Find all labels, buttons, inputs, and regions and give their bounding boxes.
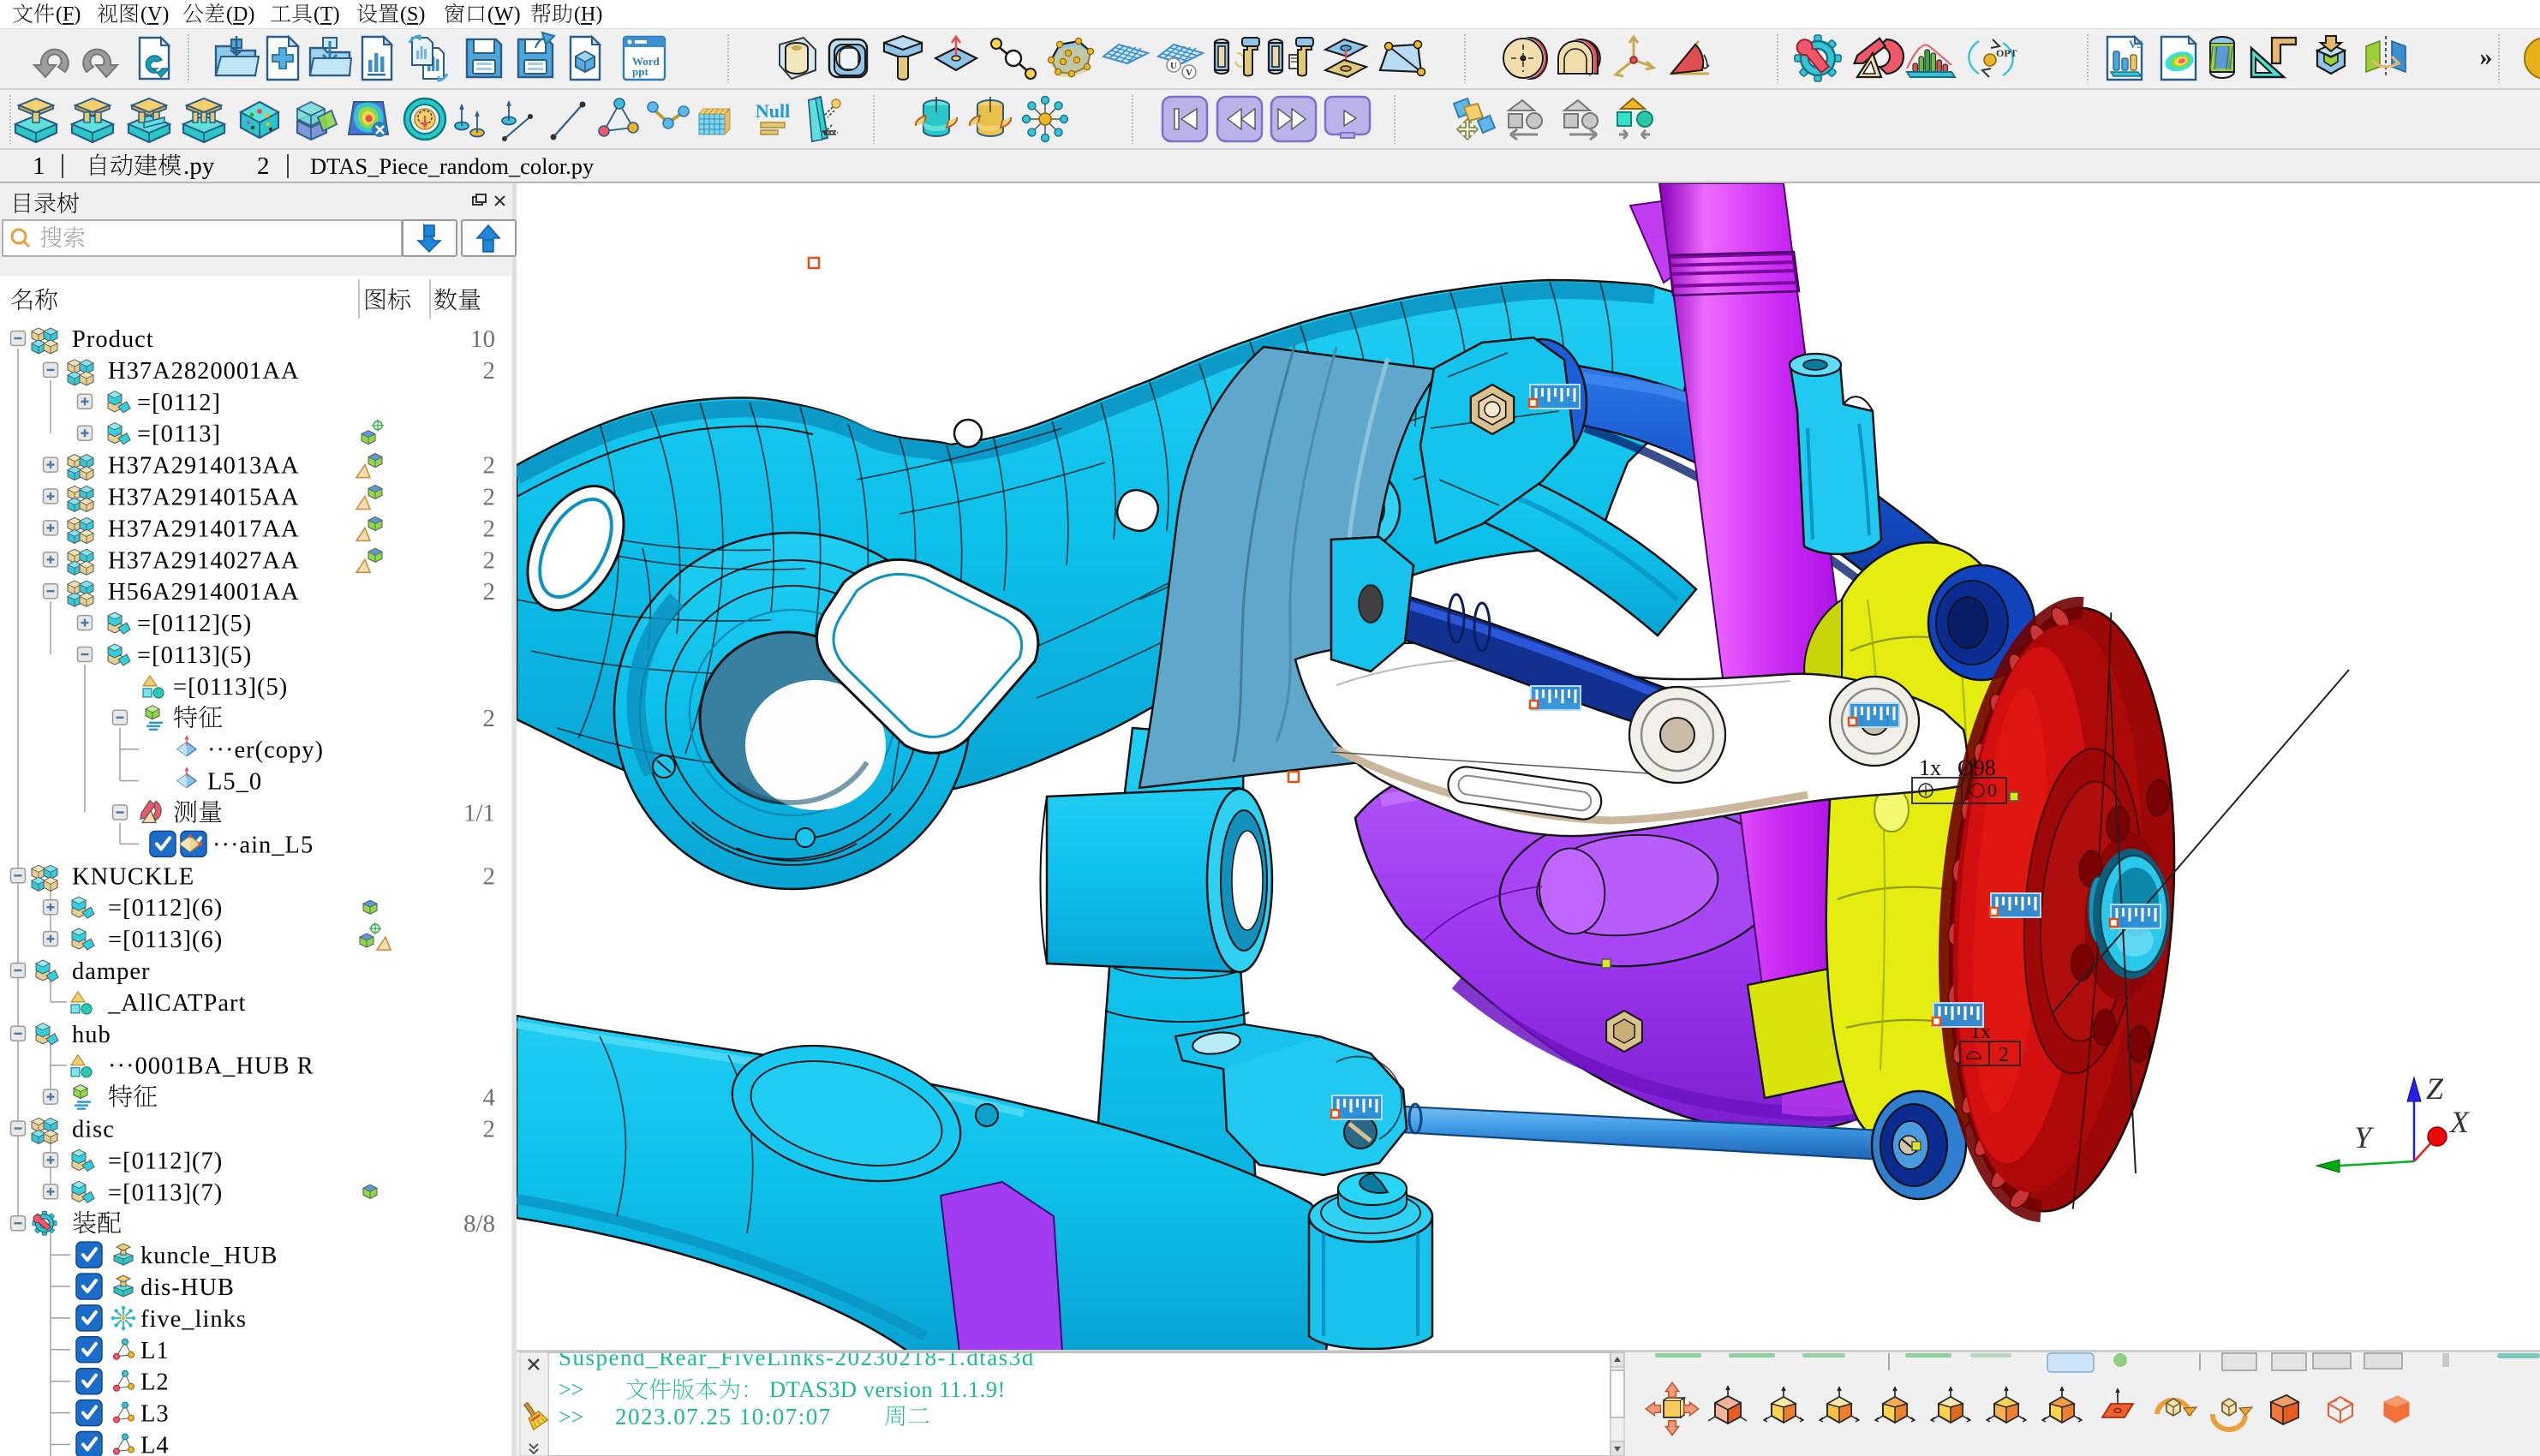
svg-text:=[0112]: =[0112]: [137, 390, 221, 416]
svg-text:»: »: [2480, 43, 2493, 71]
svg-text:ppt: ppt: [632, 65, 648, 78]
svg-text:(T): (T): [314, 3, 340, 26]
svg-text:=[0113](7): =[0113](7): [108, 1179, 223, 1206]
svg-text:H56A2914001AA: H56A2914001AA: [108, 579, 300, 606]
svg-text:2: 2: [257, 152, 270, 180]
svg-text:1x: 1x: [1919, 755, 1941, 780]
svg-text:=[0113](5): =[0113](5): [173, 674, 288, 701]
svg-text:U: U: [1170, 61, 1177, 71]
svg-text:=[0112](7): =[0112](7): [108, 1148, 223, 1174]
svg-text:=[0113]: =[0113]: [137, 421, 221, 448]
svg-text:disc: disc: [72, 1117, 115, 1143]
svg-text:=[0113](6): =[0113](6): [108, 927, 223, 953]
svg-text:L3: L3: [140, 1401, 170, 1428]
svg-text:L2: L2: [140, 1369, 170, 1396]
svg-text:dis-HUB: dis-HUB: [140, 1274, 235, 1301]
svg-text:1/1: 1/1: [463, 800, 495, 827]
svg-text:DTAS_Piece_random_color.py: DTAS_Piece_random_color.py: [310, 153, 595, 179]
svg-text:10: 10: [470, 325, 495, 353]
svg-text:hub: hub: [72, 1022, 111, 1048]
svg-text:VS: VS: [2129, 38, 2143, 51]
svg-text:.py: .py: [183, 152, 215, 180]
svg-text:five_links: five_links: [140, 1306, 247, 1333]
svg-text:···0001BA_HUB R: ···0001BA_HUB R: [108, 1053, 314, 1080]
svg-text:(S): (S): [400, 3, 425, 26]
svg-text:(H): (H): [574, 3, 602, 26]
svg-text:H37A2914017AA: H37A2914017AA: [108, 516, 300, 542]
svg-text:(D): (D): [226, 3, 254, 26]
svg-text:L5_0: L5_0: [207, 769, 262, 796]
svg-text:2: 2: [483, 862, 496, 890]
svg-text:2023.07.25 10:07:07: 2023.07.25 10:07:07: [615, 1404, 832, 1429]
svg-text:X: X: [2448, 1105, 2471, 1139]
svg-text:KNUCKLE: KNUCKLE: [72, 863, 194, 890]
svg-text:L1: L1: [140, 1338, 170, 1364]
svg-text:2: 2: [483, 515, 496, 542]
svg-text:>>: >>: [559, 1377, 583, 1402]
svg-text:kuncle_HUB: kuncle_HUB: [140, 1243, 278, 1269]
svg-text:0: 0: [1987, 779, 1997, 801]
svg-text:8/8: 8/8: [463, 1210, 495, 1238]
svg-text:OPT: OPT: [1996, 47, 2017, 59]
svg-text:V: V: [1186, 68, 1192, 78]
svg-text:=[0112](5): =[0112](5): [137, 611, 252, 637]
svg-text:2: 2: [483, 578, 496, 606]
svg-text:H37A2914027AA: H37A2914027AA: [108, 547, 300, 574]
svg-text:4: 4: [483, 1084, 496, 1112]
svg-text:DTAS3D version 11.1.9!: DTAS3D version 11.1.9!: [769, 1376, 1006, 1402]
svg-text:damper: damper: [72, 958, 150, 985]
svg-text:Null: Null: [756, 100, 790, 122]
svg-text:Product: Product: [72, 326, 154, 353]
svg-text:H37A2914013AA: H37A2914013AA: [108, 453, 300, 480]
svg-text:(W): (W): [487, 3, 521, 26]
svg-text:···ain_L5: ···ain_L5: [212, 832, 314, 858]
svg-text:1: 1: [33, 152, 45, 180]
svg-text:>>: >>: [559, 1405, 583, 1429]
svg-text:2: 2: [483, 546, 496, 574]
svg-text:2: 2: [483, 705, 496, 732]
svg-text:H37A2914015AA: H37A2914015AA: [108, 485, 300, 511]
svg-text:(F): (F): [56, 3, 81, 26]
svg-text:L4: L4: [140, 1433, 170, 1456]
svg-text:2: 2: [483, 452, 496, 480]
svg-text:···er(copy): ···er(copy): [207, 737, 324, 764]
svg-text:=[0113](5): =[0113](5): [137, 642, 252, 669]
svg-text:2: 2: [483, 484, 496, 511]
svg-text:=[0112](6): =[0112](6): [108, 895, 223, 922]
svg-text:2: 2: [1999, 1044, 2009, 1066]
svg-text:(V): (V): [140, 3, 169, 26]
svg-text:Z: Z: [2426, 1071, 2444, 1106]
svg-text:2: 2: [483, 1116, 496, 1143]
svg-text:Ø98: Ø98: [1957, 755, 1996, 780]
svg-text:H37A2820001AA: H37A2820001AA: [108, 358, 300, 385]
svg-text:2: 2: [483, 357, 496, 385]
svg-text:_AllCATPart: _AllCATPart: [107, 990, 246, 1017]
